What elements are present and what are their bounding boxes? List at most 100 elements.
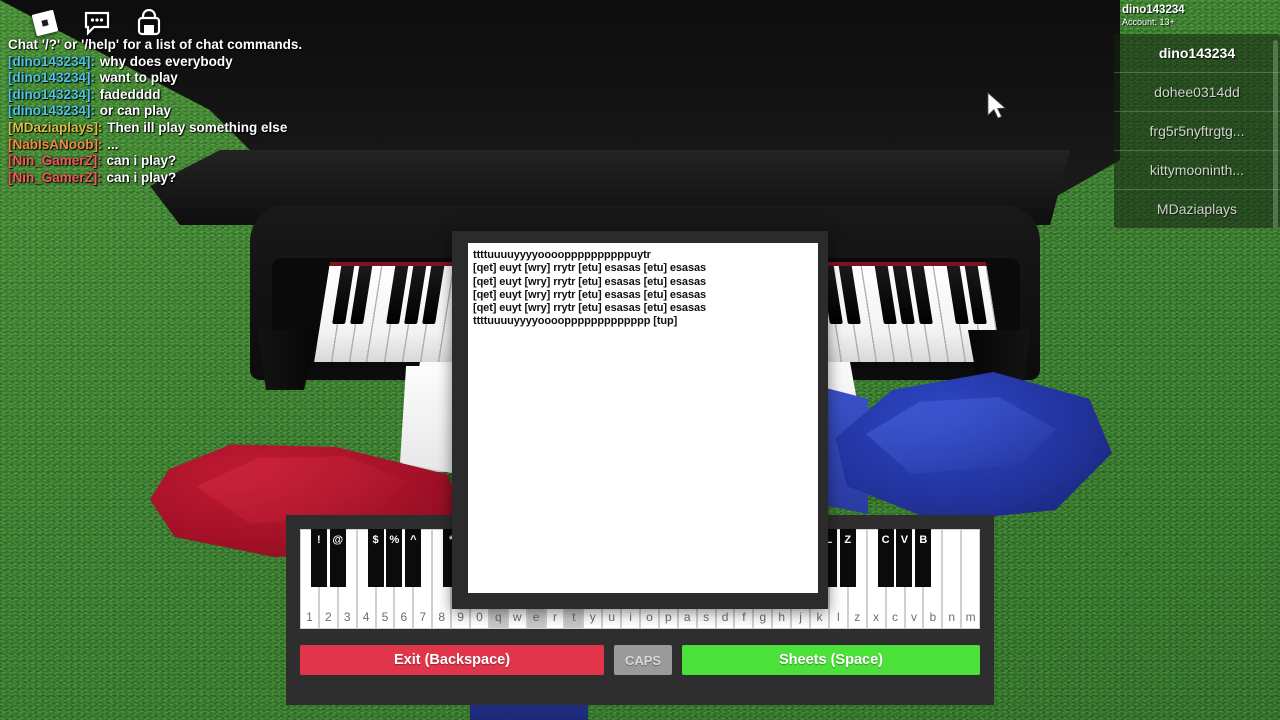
chat-author: [dino143234]: — [8, 103, 96, 119]
roblox-toolbar — [0, 0, 166, 40]
piano-key-label: 2 — [324, 610, 332, 624]
piano-black-key[interactable]: Z — [839, 529, 856, 587]
sheet-line: [qet] euyt [wry] rrytr [etu] esasas [etu… — [473, 262, 707, 275]
chat-icon[interactable] — [80, 6, 114, 40]
chat-text: want to play — [96, 70, 178, 86]
piano-key-label: h — [778, 610, 786, 624]
piano-key-label: B — [919, 534, 928, 546]
piano-key-label: $ — [372, 534, 379, 546]
chat-text: or can play — [96, 103, 172, 119]
chat-message: [Nin_GamerZ]: can i play? — [8, 153, 568, 170]
piano-black-key[interactable]: ! — [310, 529, 327, 587]
piano-key-label: o — [646, 610, 653, 624]
piano-key-label: j — [799, 610, 802, 624]
piano-key-label: 1 — [306, 610, 313, 624]
piano-key-label: b — [929, 610, 937, 624]
chat-message: [dino143234]: why does everybody — [8, 54, 568, 71]
piano-key-label: 4 — [362, 610, 370, 624]
chat-message: [NabIsANoob]: ... — [8, 137, 568, 154]
piano-key-label: 3 — [343, 610, 351, 624]
piano-key-label: i — [629, 610, 632, 624]
piano-key-label: x — [873, 610, 880, 624]
chat-system-line: Chat '/?' or '/help' for a list of chat … — [8, 37, 303, 52]
piano-key-label: p — [665, 610, 672, 624]
piano-black-key[interactable]: V — [896, 529, 913, 587]
piano-key-label: 6 — [400, 610, 408, 624]
piano-key-label: Z — [844, 534, 852, 546]
piano-key-label: f — [742, 610, 746, 624]
chat-text: ... — [103, 136, 119, 152]
roblox-logo-icon[interactable] — [28, 6, 62, 40]
chat-text: Then ill play something else — [103, 119, 288, 135]
sheet-music-dialog[interactable]: ttttuuuuyyyyooooppppppppppuytr [qet] euyt… — [452, 231, 828, 609]
piano-key-label: y — [589, 610, 596, 624]
sheets-button[interactable]: Sheets (Space) — [682, 645, 980, 675]
piano-key-label: l — [837, 610, 840, 624]
piano-key-label: @ — [332, 534, 344, 546]
piano-key-label: k — [816, 610, 823, 624]
chat-author: [dino143234]: — [8, 53, 96, 69]
chat-author: [Nin_GamerZ]: — [8, 153, 102, 169]
player-list-row[interactable]: kittymooninth... — [1114, 150, 1280, 189]
chat-text: can i play? — [102, 169, 177, 185]
chat-message: [dino143234]: want to play — [8, 70, 568, 87]
player-list-row[interactable]: dohee0314dd — [1114, 72, 1280, 111]
chat-message: [MDaziaplays]: Then ill play something e… — [8, 120, 568, 137]
piano-black-key[interactable]: $ — [367, 529, 384, 587]
caps-button[interactable]: CAPS — [614, 645, 672, 675]
piano-key-label: a — [683, 610, 691, 624]
piano-key-label: t — [572, 610, 576, 624]
exit-button[interactable]: Exit (Backspace) — [300, 645, 604, 675]
piano-key-label: 9 — [457, 610, 464, 624]
chat-message-list: [dino143234]: why does everybody [dino143… — [8, 54, 568, 187]
piano-key-label: C — [881, 534, 890, 546]
chat-message: [Nin_GamerZ]: can i play? — [8, 170, 568, 187]
piano-black-key[interactable]: C — [877, 529, 894, 587]
piano-white-key[interactable]: m — [961, 529, 981, 629]
player-list-row[interactable]: dino143234 — [1114, 34, 1280, 72]
backpack-icon[interactable] — [132, 6, 166, 40]
sheet-line: [qet] euyt [wry] rrytr [etu] esasas [etu… — [473, 288, 707, 301]
piano-key-label: w — [512, 610, 522, 624]
player-list-scrollbar[interactable] — [1273, 40, 1278, 228]
sheet-line: [qet] euyt [wry] rrytr [etu] esasas [etu… — [473, 302, 707, 315]
chat-overlay: Chat '/?' or '/help' for a list of chat … — [8, 37, 568, 186]
piano-key-label: % — [389, 534, 400, 546]
piano-black-key[interactable]: @ — [329, 529, 346, 587]
piano-key-label: d — [721, 610, 729, 624]
mouse-cursor-icon — [987, 92, 1007, 125]
player-list-box: dino143234 dohee0314dd frg5r5nyftrgtg... ki… — [1114, 34, 1280, 228]
piano-key-label: ^ — [410, 534, 417, 546]
piano-key-label: e — [532, 610, 540, 624]
player-list-row[interactable]: MDaziaplays — [1114, 189, 1280, 228]
chat-author: [dino143234]: — [8, 70, 96, 86]
chat-author: [Nin_GamerZ]: — [8, 169, 102, 185]
chat-author: [dino143234]: — [8, 86, 96, 102]
piano-key-label: 8 — [438, 610, 446, 624]
chat-message: [dino143234]: fadedddd — [8, 87, 568, 104]
sheet-music-textarea[interactable]: ttttuuuuyyyyooooppppppppppuytr [qet] euyt… — [468, 243, 818, 593]
piano-key-label: ! — [317, 534, 321, 546]
chat-message: [dino143234]: or can play — [8, 103, 568, 120]
piano-black-key[interactable]: B — [915, 529, 932, 587]
sheet-line: ttttuuuuyyyyooooppppppppppppp [tup] — [473, 315, 678, 328]
player-list-row[interactable]: frg5r5nyftrgtg... — [1114, 111, 1280, 150]
piano-key-label: q — [495, 610, 502, 624]
piano-key-label: s — [703, 610, 710, 624]
piano-black-key[interactable]: % — [386, 529, 403, 587]
piano-key-label: g — [759, 610, 767, 624]
piano-key-label: u — [608, 610, 616, 624]
piano-key-label: v — [910, 610, 917, 624]
piano-key-label: 7 — [419, 610, 427, 624]
piano-key-label: m — [965, 610, 976, 624]
local-player-account: Account: 13+ — [1122, 17, 1175, 27]
piano-key-label: r — [553, 610, 558, 624]
piano-white-key[interactable]: n — [942, 529, 962, 629]
chat-text: why does everybody — [96, 53, 233, 69]
piano-key-label: n — [948, 610, 956, 624]
local-player-header: dino143234 Account: 13+ — [1114, 0, 1280, 30]
piano-black-key[interactable]: ^ — [405, 529, 422, 587]
local-player-name: dino143234 — [1122, 4, 1185, 16]
chat-author: [MDaziaplays]: — [8, 119, 103, 135]
sheet-line: [qet] euyt [wry] rrytr [etu] esasas [etu… — [473, 275, 707, 288]
